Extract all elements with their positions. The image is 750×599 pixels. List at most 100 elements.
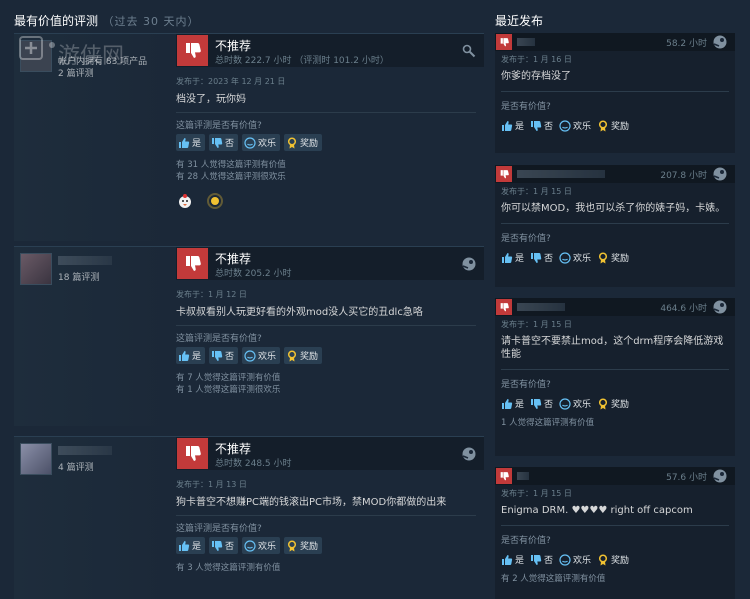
review-text: Enigma DRM. ♥♥♥♥ right off capcom [501, 505, 693, 516]
vote-yes-button[interactable]: 是 [176, 347, 206, 364]
vote-no-button[interactable]: 否 [209, 134, 239, 151]
award-button[interactable]: 奖励 [597, 117, 632, 134]
vote-buttons: 是 否 欢乐 奖励 [501, 249, 729, 267]
helpful-question: 是否有价值? [501, 536, 551, 546]
vote-no-button[interactable]: 否 [530, 249, 556, 266]
vote-funny-button[interactable]: 欢乐 [559, 249, 594, 266]
vote-funny-button[interactable]: 欢乐 [242, 537, 281, 554]
vote-yes-button[interactable]: 是 [176, 537, 206, 554]
playtime: 总时数 248.5 小时 [215, 459, 292, 469]
helpful-question: 是否有价值? [501, 102, 551, 112]
smiley-icon [244, 539, 256, 552]
award-button[interactable]: 奖励 [284, 347, 323, 364]
vote-header[interactable]: 不推荐 总时数 222.7 小时 （评测时 101.2 小时） [176, 34, 484, 67]
award-button[interactable]: 奖励 [597, 249, 632, 266]
posted-date: 发布于：1 月 16 日 [501, 55, 572, 64]
thumbs-down-small-icon [212, 540, 223, 551]
award-button[interactable]: 奖励 [597, 395, 632, 412]
thumbs-down-icon [496, 299, 512, 315]
recent-review-card: 58.2 小时 发布于：1 月 16 日 你爹的存档没了 是否有价值? 是 否 … [495, 33, 735, 153]
review-text: 你可以禁MOD，我也可以杀了你的婊子妈，卡婊。 [501, 203, 726, 214]
award-icon [598, 251, 608, 263]
recent-review-header[interactable]: 464.6 小时 [495, 298, 735, 316]
helpful-question: 是否有价值? [501, 380, 551, 390]
avatar[interactable] [20, 443, 52, 475]
author-review-count: 2 篇评测 [58, 69, 94, 79]
posted-date: 发布于：1 月 15 日 [501, 489, 572, 498]
steam-icon [462, 447, 476, 461]
recent-review-header[interactable]: 58.2 小时 [495, 33, 735, 51]
verdict-label: 不推荐 [215, 442, 252, 456]
divider [176, 112, 476, 113]
recent-review-card: 207.8 小时 发布于：1 月 15 日 你可以禁MOD，我也可以杀了你的婊子… [495, 165, 735, 287]
verdict-label: 不推荐 [215, 39, 252, 53]
vote-funny-button[interactable]: 欢乐 [242, 347, 281, 364]
award-button[interactable]: 奖励 [284, 134, 323, 151]
vote-no-button[interactable]: 否 [530, 551, 556, 568]
recent-review-header[interactable]: 207.8 小时 [495, 165, 735, 183]
smiley-icon [244, 136, 256, 149]
vote-funny-button[interactable]: 欢乐 [559, 395, 594, 412]
most-helpful-heading: 最有价值的评测 （过去 30 天内） [14, 14, 200, 28]
avatar[interactable] [20, 40, 52, 72]
divider [501, 369, 729, 370]
helpful-question: 这篇评测是否有价值? [176, 524, 262, 534]
vote-yes-button[interactable]: 是 [501, 551, 527, 568]
helpful-counts: 有 7 人觉得这篇评测有价值 有 1 人觉得这篇评测很欢乐 [176, 373, 281, 395]
smiley-icon [559, 119, 571, 132]
vote-buttons: 是 否 欢乐 奖励 [176, 134, 484, 152]
review-card: 18 篇评测 不推荐 总时数 205.2 小时 发布于：1 月 12 日 卡叔叔… [14, 246, 484, 426]
vote-no-button[interactable]: 否 [209, 347, 239, 364]
helpful-question: 是否有价值? [501, 234, 551, 244]
review-text: 档没了，玩你妈 [176, 94, 246, 105]
vote-no-button[interactable]: 否 [209, 537, 239, 554]
verdict-label: 不推荐 [215, 252, 252, 266]
duck-award-icon[interactable] [176, 192, 194, 210]
recent-column: 最近发布 58.2 小时 发布于：1 月 16 日 你爹的存档没了 是否有价值?… [495, 12, 735, 599]
recent-review-card: 57.6 小时 发布于：1 月 15 日 Enigma DRM. ♥♥♥♥ ri… [495, 467, 735, 599]
steam-icon [713, 35, 727, 49]
vote-no-button[interactable]: 否 [530, 117, 556, 134]
review-author[interactable]: 18 篇评测 [20, 253, 170, 285]
vote-header[interactable]: 不推荐 总时数 205.2 小时 [176, 247, 484, 280]
thumbs-up-icon [179, 540, 190, 551]
review-author[interactable]: 帐户内拥有 83 项产品 2 篇评测 [20, 40, 170, 79]
playtime: 464.6 小时 [660, 304, 707, 314]
award-button[interactable]: 奖励 [597, 551, 632, 568]
received-awards [176, 192, 484, 210]
review-text: 狗卡普空不想赚PC端的钱滚出PC市场，禁MOD你都做的出来 [176, 497, 447, 508]
author-name-blurred [517, 170, 605, 178]
smiley-icon [559, 251, 571, 264]
playtime: 57.6 小时 [666, 473, 707, 483]
thumbs-down-icon [177, 35, 208, 66]
posted-date: 发布于：1 月 13 日 [176, 480, 247, 489]
helpful-counts: 1 人觉得这篇评测有价值 [501, 418, 595, 428]
vote-funny-button[interactable]: 欢乐 [242, 134, 281, 151]
review-author[interactable]: 4 篇评测 [20, 443, 170, 475]
sparkle-award-icon[interactable] [206, 192, 224, 210]
avatar[interactable] [20, 253, 52, 285]
vote-yes-button[interactable]: 是 [501, 395, 527, 412]
vote-header[interactable]: 不推荐 总时数 248.5 小时 [176, 437, 484, 470]
vote-yes-button[interactable]: 是 [501, 117, 527, 134]
divider [501, 223, 729, 224]
most-helpful-column: 最有价值的评测 （过去 30 天内） 帐户内拥有 83 项产品 2 篇评测 不推… [14, 12, 484, 599]
thumbs-down-small-icon [531, 120, 542, 131]
thumbs-down-icon [496, 468, 512, 484]
vote-yes-button[interactable]: 是 [176, 134, 206, 151]
vote-funny-button[interactable]: 欢乐 [559, 551, 594, 568]
award-icon [598, 553, 608, 565]
vote-yes-button[interactable]: 是 [501, 249, 527, 266]
author-products: 帐户内拥有 83 项产品 [58, 57, 148, 67]
thumbs-down-icon [496, 34, 512, 50]
vote-funny-button[interactable]: 欢乐 [559, 117, 594, 134]
award-button[interactable]: 奖励 [284, 537, 323, 554]
vote-buttons: 是 否 欢乐 奖励 [501, 117, 729, 135]
recent-review-header[interactable]: 57.6 小时 [495, 467, 735, 485]
playtime: 总时数 205.2 小时 [215, 269, 292, 279]
helpful-question: 这篇评测是否有价值? [176, 121, 262, 131]
vote-buttons: 是 否 欢乐 奖励 [176, 347, 484, 365]
award-icon [598, 119, 608, 131]
vote-no-button[interactable]: 否 [530, 395, 556, 412]
thumbs-down-icon [177, 248, 208, 279]
